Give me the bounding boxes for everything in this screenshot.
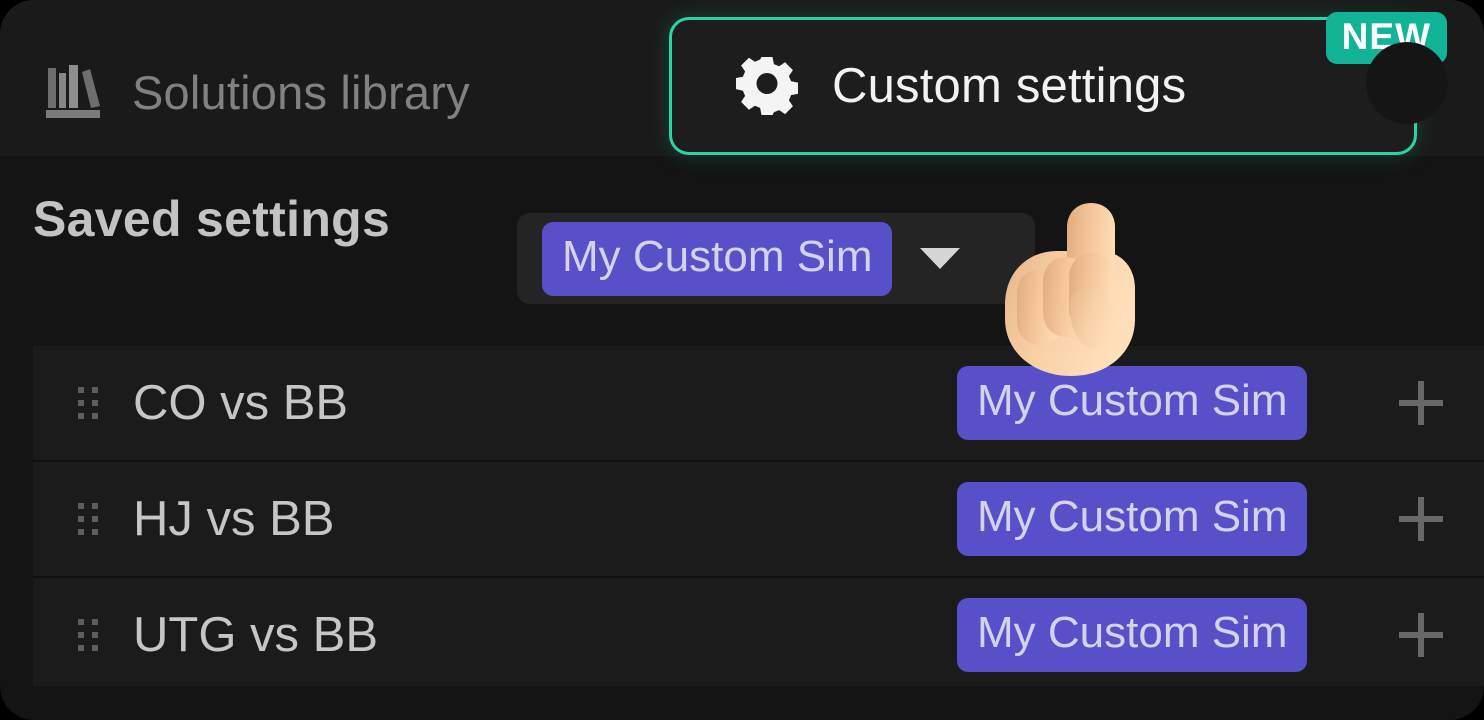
- saved-settings-section: Saved settings My Custom Sim: [0, 160, 1484, 342]
- row-sim-pill[interactable]: My Custom Sim: [957, 598, 1308, 672]
- row-matchup-label: HJ vs BB: [133, 492, 335, 546]
- row-matchup-label: CO vs BB: [133, 376, 349, 430]
- tab-solutions-library-label: Solutions library: [132, 65, 470, 119]
- add-icon[interactable]: [1399, 613, 1443, 657]
- avatar-placeholder: [1366, 42, 1448, 124]
- row-sim-pill[interactable]: My Custom Sim: [957, 482, 1308, 556]
- top-tab-bar: Solutions library Custom settings NEW: [0, 0, 1484, 156]
- library-icon: [44, 64, 102, 120]
- add-icon[interactable]: [1399, 381, 1443, 425]
- saved-settings-dropdown[interactable]: My Custom Sim: [517, 213, 1035, 304]
- add-icon[interactable]: [1399, 497, 1443, 541]
- drag-handle-icon[interactable]: [78, 500, 98, 538]
- saved-settings-list: CO vs BB My Custom Sim HJ vs BB My Custo…: [33, 346, 1484, 686]
- table-row[interactable]: HJ vs BB My Custom Sim: [33, 462, 1484, 578]
- table-row[interactable]: CO vs BB My Custom Sim: [33, 346, 1484, 462]
- gear-icon: [736, 55, 798, 117]
- tab-custom-settings[interactable]: Custom settings NEW: [669, 12, 1447, 155]
- row-sim-pill[interactable]: My Custom Sim: [957, 366, 1308, 440]
- saved-settings-selected-pill[interactable]: My Custom Sim: [542, 221, 893, 296]
- row-matchup-label: UTG vs BB: [133, 608, 379, 662]
- drag-handle-icon[interactable]: [78, 616, 98, 654]
- tab-solutions-library[interactable]: Solutions library: [44, 52, 470, 132]
- table-row[interactable]: UTG vs BB My Custom Sim: [33, 578, 1484, 692]
- tab-custom-settings-label: Custom settings: [832, 59, 1187, 113]
- drag-handle-icon[interactable]: [78, 384, 98, 422]
- saved-settings-label: Saved settings: [33, 191, 391, 247]
- app-window: Solutions library Custom settings NEW Sa…: [0, 0, 1484, 720]
- chevron-down-icon[interactable]: [920, 248, 961, 269]
